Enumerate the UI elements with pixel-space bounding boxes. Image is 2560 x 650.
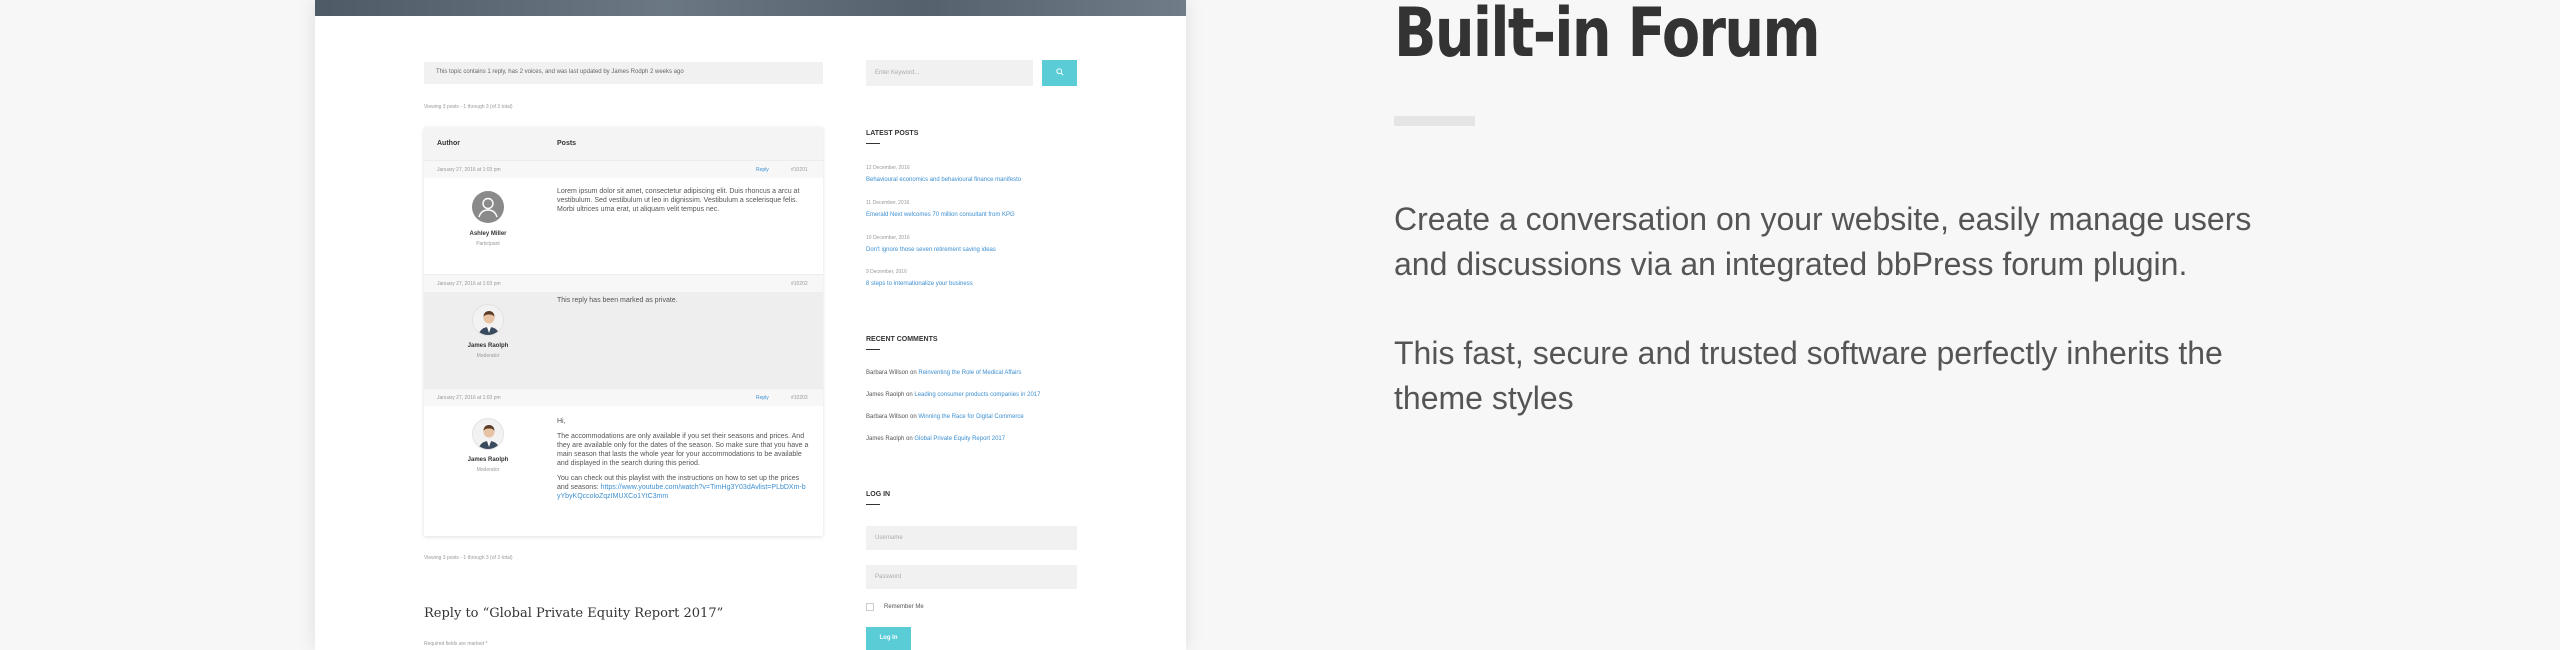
- hero-image-strip: [315, 0, 1186, 16]
- required-fields-note: Required fields are marked *: [424, 641, 488, 647]
- forum-post: James Raolph Moderator Hi, The accommoda…: [424, 406, 823, 536]
- latest-post-link[interactable]: Don't ignore those seven retirement savi…: [866, 247, 996, 253]
- post-author-role: Participant: [476, 241, 500, 247]
- post-permalink[interactable]: #10201: [791, 167, 808, 173]
- topic-info-notice: This topic contains 1 reply, has 2 voice…: [424, 62, 823, 84]
- post-content: This reply has been marked as private.: [557, 296, 809, 305]
- post-paragraph: Lorem ipsum dolor sit amet, consectetur …: [557, 188, 800, 213]
- comment-on: on: [908, 370, 919, 376]
- recent-comment: James Raolph on Global Private Equity Re…: [866, 436, 1005, 442]
- latest-post-date: 9 December, 2016: [866, 269, 907, 275]
- feature-paragraph: This fast, secure and trusted software p…: [1394, 335, 2223, 416]
- recent-comment: James Raolph on Leading consumer product…: [866, 392, 1040, 398]
- feature-paragraph: Create a conversation on your website, e…: [1394, 201, 2252, 282]
- latest-post-date: 10 December, 2016: [866, 235, 910, 241]
- feature-title: Built-in Forum: [1394, 0, 1821, 73]
- comment-author: Barbara Willson: [866, 370, 909, 376]
- reply-link[interactable]: Reply: [756, 167, 769, 173]
- latest-post-date: 12 December, 2016: [866, 165, 910, 171]
- pagination-count-top: Viewing 3 posts - 1 through 3 (of 3 tota…: [424, 104, 513, 110]
- widget-divider: [866, 504, 880, 505]
- forum-topic-table: Author Posts January 27, 2016 at 1:03 pm…: [424, 127, 823, 536]
- password-field[interactable]: Password: [866, 565, 1077, 589]
- post-paragraph: You can check out this playlist with the…: [557, 474, 809, 501]
- comment-author: Barbara Willson: [866, 414, 909, 420]
- post-date: January 27, 2016 at 1:03 pm: [437, 281, 501, 287]
- post-author-name[interactable]: James Raolph: [444, 343, 532, 349]
- post-permalink[interactable]: #10202: [791, 281, 808, 287]
- username-field[interactable]: Username: [866, 526, 1077, 550]
- default-avatar-icon[interactable]: [472, 191, 504, 223]
- forum-post-private: James Raolph Moderator This reply has be…: [424, 292, 823, 388]
- post-content: Hi, The accommodations are only availabl…: [557, 417, 809, 501]
- comment-on: on: [904, 436, 915, 442]
- forum-table-header: Author Posts: [424, 127, 823, 160]
- post-date: January 27, 2016 at 1:03 pm: [437, 395, 501, 401]
- remember-me-label: Remember Me: [884, 604, 924, 610]
- post-content: Lorem ipsum dolor sit amet, consectetur …: [557, 187, 809, 214]
- post-author-name[interactable]: James Raolph: [444, 457, 532, 463]
- theme-screenshot: This topic contains 1 reply, has 2 voice…: [315, 0, 1186, 650]
- post-date: January 27, 2016 at 1:03 pm: [437, 167, 501, 173]
- post-author-role: Moderator: [476, 353, 500, 359]
- comment-on: on: [908, 414, 919, 420]
- forum-post: Ashley Miller Participant Lorem ipsum do…: [424, 178, 823, 274]
- widget-divider: [866, 349, 880, 350]
- comment-post-link[interactable]: Global Private Equity Report 2017: [914, 436, 1005, 442]
- private-reply-notice: This reply has been marked as private.: [557, 297, 678, 304]
- comment-on: on: [904, 392, 915, 398]
- remember-me-checkbox[interactable]: [866, 603, 874, 611]
- reply-form-title: Reply to “Global Private Equity Report 2…: [424, 606, 724, 621]
- recent-comment: Barbara Willson on Reinventing the Role …: [866, 370, 1021, 376]
- login-title: LOG IN: [866, 491, 891, 498]
- latest-post-link[interactable]: 8 steps to internationalize your busines…: [866, 281, 973, 287]
- comment-post-link[interactable]: Reinventing the Role of Medical Affairs: [918, 370, 1021, 376]
- recent-comment: Barbara Willson on Winning the Race for …: [866, 414, 1024, 420]
- user-avatar[interactable]: [472, 418, 504, 450]
- latest-post-link[interactable]: Behavioural economics and behavioural fi…: [866, 177, 1021, 183]
- comment-post-link[interactable]: Winning the Race for Digital Commerce: [918, 414, 1023, 420]
- post-permalink[interactable]: #10203: [791, 395, 808, 401]
- author-column-header: Author: [437, 140, 460, 147]
- post-paragraph: Hi,: [557, 418, 566, 425]
- post-author-role: Moderator: [476, 467, 500, 473]
- search-input[interactable]: Enter Keyword...: [866, 60, 1033, 86]
- comment-author: James Raolph: [866, 392, 905, 398]
- post-meta-row: January 27, 2016 at 1:03 pm #10202: [424, 274, 823, 292]
- comment-author: James Raolph: [866, 436, 905, 442]
- search-icon: [1055, 68, 1064, 78]
- post-meta-row: January 27, 2016 at 1:03 pm Reply #10201: [424, 160, 823, 178]
- comment-post-link[interactable]: Leading consumer products companies in 2…: [914, 392, 1040, 398]
- latest-post-link[interactable]: Emerald Next welcomes 70 million consult…: [866, 212, 1015, 218]
- login-button[interactable]: Log In: [866, 627, 911, 650]
- pagination-count-bottom: Viewing 3 posts - 1 through 3 (of 3 tota…: [424, 555, 513, 561]
- user-avatar[interactable]: [472, 304, 504, 336]
- reply-link[interactable]: Reply: [756, 395, 769, 401]
- search-button[interactable]: [1042, 60, 1077, 86]
- post-author-name[interactable]: Ashley Miller: [444, 231, 532, 237]
- post-meta-row: January 27, 2016 at 1:03 pm Reply #10203: [424, 388, 823, 406]
- widget-divider: [866, 143, 880, 144]
- posts-column-header: Posts: [557, 140, 577, 147]
- latest-post-date: 11 December, 2016: [866, 200, 910, 206]
- title-underline: [1394, 116, 1475, 126]
- latest-posts-title: LATEST POSTS: [866, 130, 919, 137]
- recent-comments-title: RECENT COMMENTS: [866, 336, 938, 343]
- post-paragraph: The accommodations are only available if…: [557, 433, 809, 467]
